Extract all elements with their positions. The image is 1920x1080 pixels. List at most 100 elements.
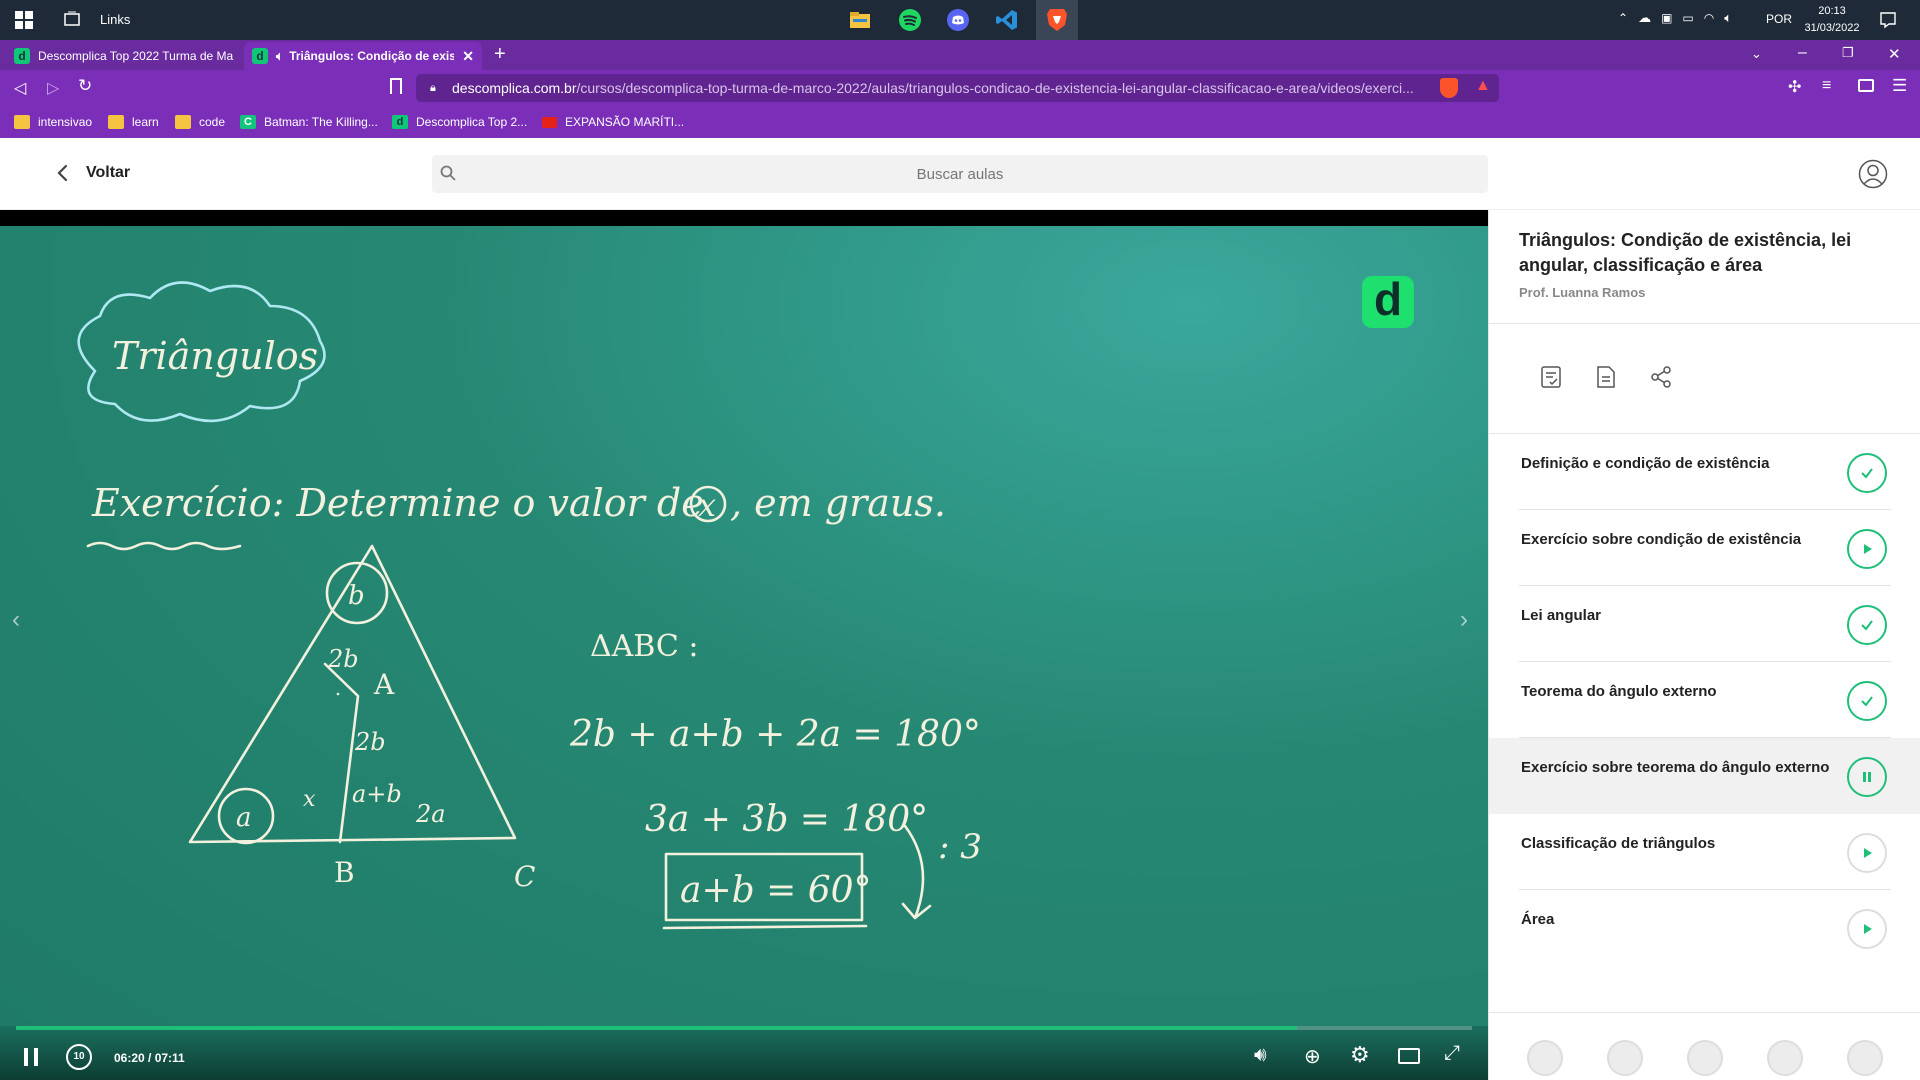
folder-icon (108, 115, 124, 129)
url-field[interactable]: 🔒︎ descomplica.com.br/cursos/descomplica… (416, 74, 1499, 102)
rewind-label: 10 (73, 1051, 85, 1062)
clock-time: 20:13 (1818, 5, 1846, 17)
tab-triangulos-active[interactable]: d 🔈︎ Triângulos: Condição de existê ✕ (244, 42, 482, 70)
reload-icon[interactable]: ↻ (78, 76, 92, 96)
reaction-surprised-icon[interactable] (1607, 1040, 1643, 1076)
site-header: Voltar (0, 138, 1920, 210)
descomplica-favicon-icon: d (252, 48, 268, 64)
search-box[interactable] (432, 155, 1488, 193)
pause-button[interactable] (24, 1048, 38, 1066)
exercise-x: x (698, 486, 716, 524)
result: a+b = 60° (680, 870, 872, 911)
menu-icon[interactable]: ☰ (1892, 76, 1907, 96)
wifi-icon[interactable]: ◠ (1704, 11, 1714, 25)
fullscreen-icon[interactable]: ⤢ (1444, 1042, 1460, 1065)
triangle-name: ΔABC : (590, 629, 699, 664)
bookmark-batman[interactable]: C Batman: The Killing... (240, 112, 378, 132)
close-window-button[interactable]: ✕ (1888, 45, 1901, 63)
player-controls: 10 06:20 / 07:11 🔊︎ ⊕ ⚙ ⤢ (0, 1026, 1488, 1080)
reaction-love-icon[interactable] (1847, 1040, 1883, 1076)
url-path: /cursos/descomplica-top-turma-de-marco-2… (576, 80, 1414, 96)
lesson-item[interactable]: Definição e condição de existência (1489, 434, 1920, 510)
minimize-button[interactable]: – (1798, 44, 1807, 62)
volume-control-icon[interactable]: 🔊︎ (1254, 1044, 1267, 1067)
brave-rewards-icon[interactable]: ▲ (1475, 77, 1491, 95)
task-view-icon[interactable] (60, 8, 84, 32)
label-b: b (348, 581, 365, 611)
equation-1: 2b + a+b + 2a = 180° (569, 714, 981, 755)
lesson-item[interactable]: Classificação de triângulos (1489, 814, 1920, 890)
notifications-icon[interactable] (1876, 8, 1900, 32)
spotify-icon[interactable] (898, 8, 922, 32)
picture-in-picture-icon[interactable] (1398, 1048, 1420, 1064)
brave-taskbar-active[interactable] (1036, 0, 1078, 40)
extensions-icon[interactable]: ✣ (1788, 77, 1801, 97)
previous-video-arrow-icon[interactable]: ‹ (12, 606, 20, 634)
pause-icon (1847, 757, 1887, 797)
cloud-icon[interactable]: ☁ (1638, 10, 1651, 26)
label-C: C (514, 860, 535, 893)
bookmark-page-icon[interactable] (390, 78, 402, 94)
bookmark-code[interactable]: code (175, 112, 225, 132)
chalkboard-drawing: Triângulos Exercício: Determine o valor … (77, 281, 982, 930)
bookmark-label: Descomplica Top 2... (416, 115, 528, 129)
bookmark-learn[interactable]: learn (108, 112, 159, 132)
youtube-icon (542, 116, 557, 128)
volume-icon[interactable]: 🔈︎ (1724, 10, 1732, 26)
equation-2: 3a + 3b = 180° (645, 799, 928, 840)
clock[interactable]: 20:13 31/03/2022 (1800, 3, 1864, 37)
audio-playing-icon[interactable]: 🔈︎ (276, 49, 283, 64)
language-indicator[interactable]: POR (1766, 12, 1792, 26)
links-toolbar-label[interactable]: Links (100, 12, 130, 27)
lesson-item[interactable]: Lei angular (1489, 586, 1920, 662)
exercise-list-icon[interactable] (1539, 365, 1563, 389)
video-player[interactable]: Triângulos Exercício: Determine o valor … (0, 210, 1488, 1080)
lesson-item[interactable]: Exercício sobre condição de existência (1489, 510, 1920, 586)
back-link[interactable]: Voltar (56, 164, 130, 182)
document-icon[interactable] (1595, 365, 1617, 389)
next-video-arrow-icon[interactable]: › (1460, 606, 1468, 634)
lesson-item[interactable]: Teorema do ângulo externo (1489, 662, 1920, 738)
language-globe-icon[interactable]: ⊕ (1304, 1044, 1321, 1069)
file-explorer-icon[interactable] (848, 8, 872, 32)
wallet-icon[interactable] (1858, 79, 1874, 92)
reaction-thinking-icon[interactable] (1687, 1040, 1723, 1076)
monitor-icon[interactable]: ▣ (1661, 11, 1672, 25)
tab-search-chevron-icon[interactable]: ⌄ (1751, 46, 1762, 62)
back-label: Voltar (86, 164, 131, 181)
chevron-up-icon[interactable]: ⌃ (1618, 11, 1628, 25)
reaction-happy-icon[interactable] (1767, 1040, 1803, 1076)
battery-icon[interactable]: ▭ (1682, 11, 1693, 25)
discord-icon[interactable] (946, 8, 970, 32)
settings-gear-icon[interactable]: ⚙ (1350, 1042, 1370, 1068)
bookmark-intensivao[interactable]: intensivao (14, 112, 92, 132)
exercise-text: Exercício: Determine o valor de (91, 481, 704, 525)
forward-icon[interactable]: ▷ (47, 78, 59, 98)
progress-track[interactable] (16, 1026, 1472, 1030)
windows-start-icon[interactable] (12, 8, 36, 32)
descomplica-favicon-icon: d (14, 48, 30, 64)
restore-button[interactable]: ❐ (1842, 45, 1854, 61)
bookmark-label: learn (132, 115, 159, 129)
tab-descomplica-top[interactable]: d Descomplica Top 2022 Turma de Març (6, 42, 242, 70)
reaction-bored-icon[interactable] (1527, 1040, 1563, 1076)
back-icon[interactable]: ◁ (14, 78, 26, 98)
divide-by: : 3 (938, 827, 982, 867)
bookmark-descomplica[interactable]: d Descomplica Top 2... (392, 112, 527, 132)
vscode-icon[interactable] (995, 8, 1019, 32)
search-input[interactable] (432, 155, 1488, 193)
close-tab-icon[interactable]: ✕ (462, 48, 474, 65)
playlist-icon[interactable]: ≡ (1822, 77, 1831, 95)
lesson-item-current[interactable]: Exercício sobre teorema do ângulo extern… (1489, 738, 1920, 814)
lesson-item[interactable]: Área (1489, 890, 1920, 966)
progress-fill (16, 1026, 1298, 1030)
new-tab-button[interactable]: + (494, 43, 506, 66)
lesson-item-title: Teorema do ângulo externo (1521, 683, 1717, 700)
brave-shields-icon[interactable] (1440, 78, 1458, 98)
bookmark-expansao[interactable]: EXPANSÃO MARÍTI... (542, 112, 684, 132)
user-avatar-icon[interactable] (1858, 159, 1888, 189)
rewind-10-button[interactable]: 10 (66, 1044, 92, 1070)
label-x-triangle: x (303, 787, 316, 812)
share-icon[interactable] (1649, 365, 1673, 389)
bookmarks-bar: intensivao learn code C Batman: The Killi… (0, 106, 1920, 138)
